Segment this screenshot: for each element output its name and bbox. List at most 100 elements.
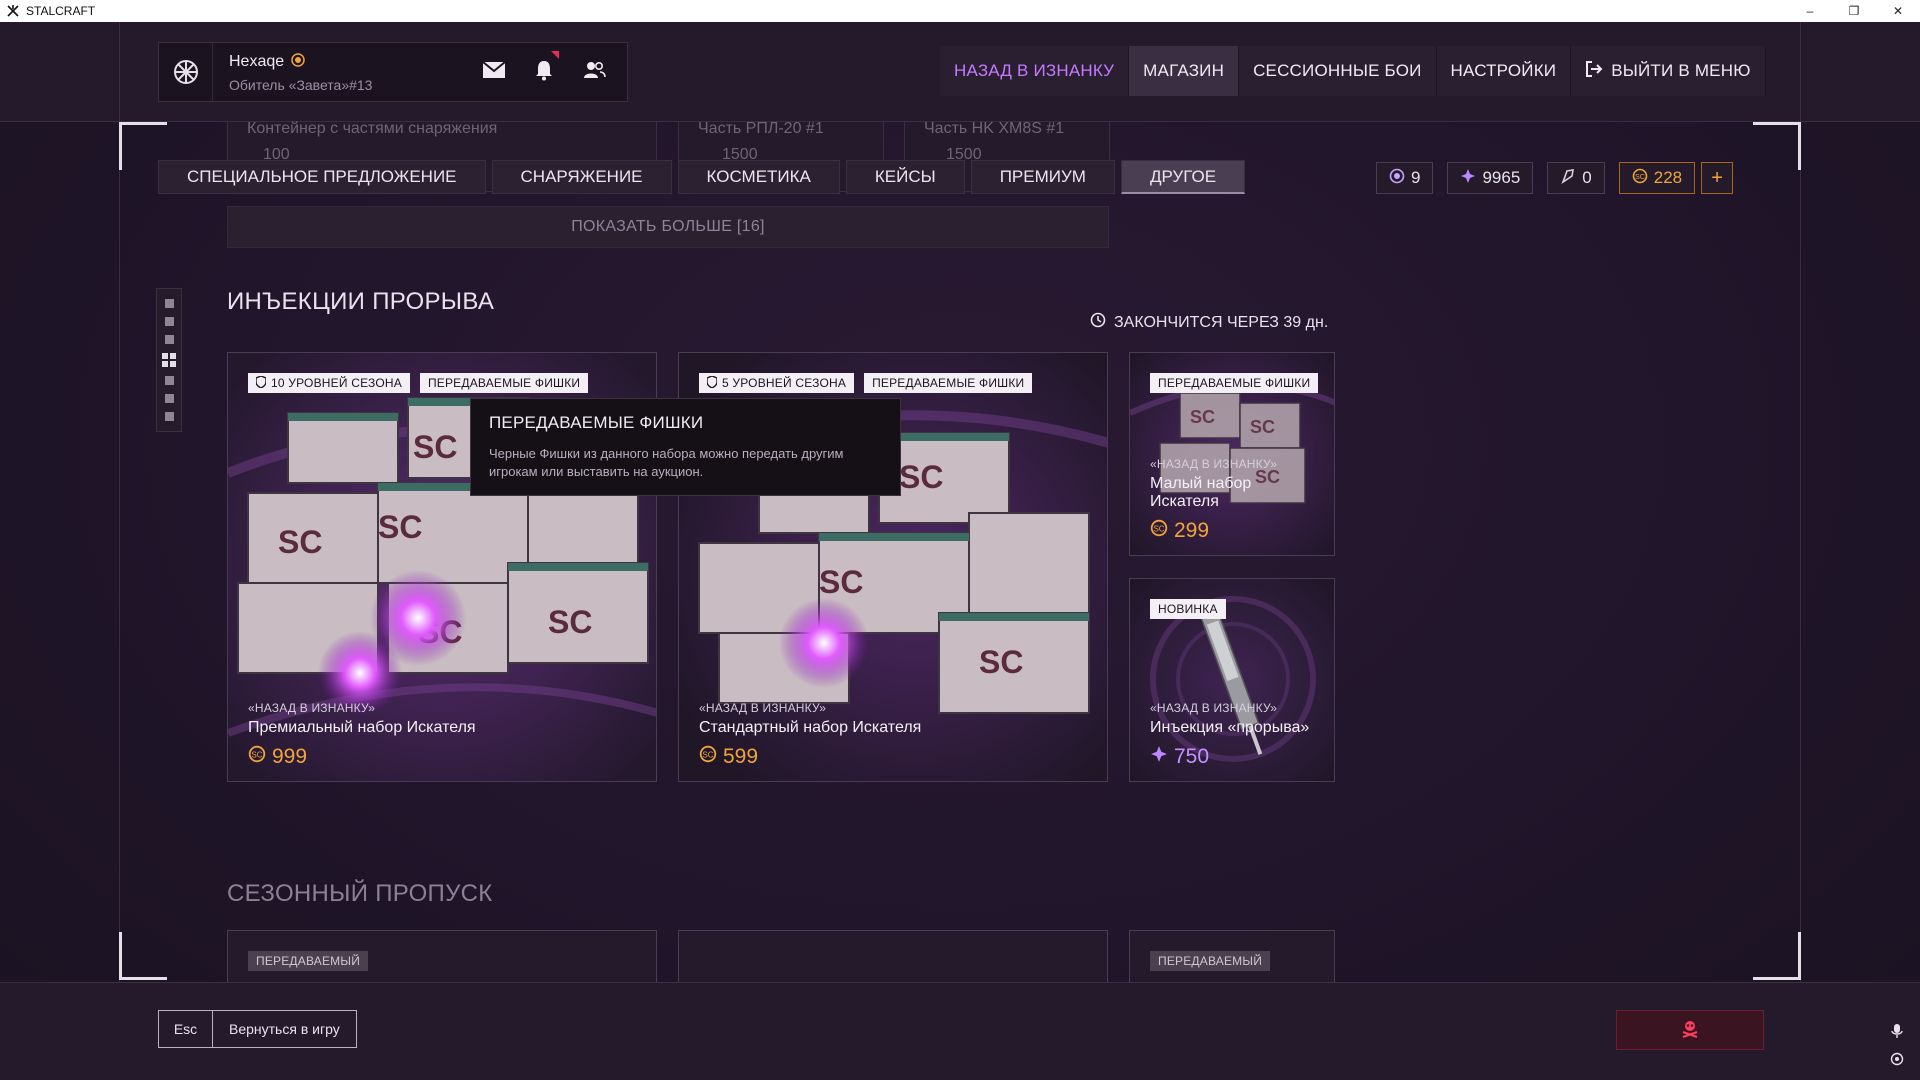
sc-coin-icon: SC [1150,519,1168,543]
add-currency-button[interactable]: + [1701,162,1734,194]
shield-icon [706,374,718,391]
currency-crystals[interactable]: 9965 [1447,162,1534,194]
price-value: 750 [1174,745,1210,768]
section-dot[interactable] [164,335,174,344]
return-to-game-label: Вернуться в игру [229,1021,340,1037]
crystal-icon [1150,745,1168,769]
clan-emblem-icon[interactable] [159,43,213,101]
nav-label: СЕССИОННЫЕ БОИ [1253,61,1422,80]
card-title: Премиальный набор Искателя [248,719,476,736]
tag-text: 10 УРОВНЕЙ СЕЗОНА [271,376,402,390]
exit-icon [1585,60,1603,83]
nav-exit-to-menu[interactable]: ВЫЙТИ В МЕНЮ [1571,46,1766,96]
crystal-icon [1460,168,1476,189]
section-title-injections: ИНЪЕКЦИИ ПРОРЫВА [227,288,495,315]
player-nickname: Hexaqe [229,52,469,73]
tab-cases[interactable]: КЕЙСЫ [845,160,965,194]
show-more-button[interactable]: ПОКАЗАТЬ БОЛЬШЕ [16] [227,206,1109,248]
clock-icon [1090,312,1106,333]
notifications-button[interactable] [519,43,569,101]
game-window: Hexaqe Обитель «Завета»#13 НАЗАД В ИЗНАН… [0,22,1920,1080]
section-dot[interactable] [164,412,174,421]
section-dot[interactable] [164,317,174,326]
ghost-card-title: Часть HK XM8S #1 [924,120,1065,137]
section-dot[interactable] [164,394,174,403]
card-tags: ПЕРЕДАВАЕМЫЙ [1150,951,1271,971]
currency-tokens[interactable]: 9 [1376,162,1434,194]
product-card-injection[interactable]: НОВИНКА «НАЗАД В ИЗНАНКУ» Инъекция «прор… [1129,578,1335,782]
card-tags: 10 УРОВНЕЙ СЕЗОНА ПЕРЕДАВАЕМЫЕ ФИШКИ [248,373,589,393]
notification-badge [551,51,559,59]
current-section-icon[interactable] [162,353,176,367]
svg-text:SC: SC [378,509,422,545]
currency-value: 228 [1653,168,1683,187]
tab-premium[interactable]: ПРЕМИУМ [970,160,1115,194]
left-frame-line [119,22,120,1080]
section-dot[interactable] [164,376,174,385]
section-title-season-pass: СЕЗОННЫЙ ПРОПУСК [227,880,493,907]
section-scroll-nav [156,288,182,432]
minimize-button[interactable]: – [1788,0,1832,22]
price-value: 299 [1174,519,1210,542]
card-price: SC 599 [699,745,921,769]
currency-value: 9965 [1482,168,1521,187]
card-price: 750 [1150,745,1309,769]
return-to-game-button[interactable]: Esc Вернуться в игру [158,1010,357,1048]
tab-special-offer[interactable]: СПЕЦИАЛЬНОЕ ПРЕДЛОЖЕНИЕ [158,160,486,194]
mail-icon [482,60,506,84]
transferable-chips-tag[interactable]: ПЕРЕДАВАЕМЫЕ ФИШКИ [419,373,589,393]
svg-text:SC: SC [278,524,322,560]
sc-coin-icon: SC [248,745,266,769]
svg-text:SC: SC [1154,524,1165,533]
currency-parts[interactable]: 0 [1547,162,1605,194]
nav-label: МАГАЗИН [1143,61,1225,80]
tooltip-title: ПЕРЕДАВАЕМЫЕ ФИШКИ [489,413,704,432]
sc-coin-icon: SC [699,745,717,769]
tab-other[interactable]: ДРУГОЕ [1120,160,1246,194]
maximize-button[interactable]: ❐ [1832,0,1876,22]
transferable-tag: ПЕРЕДАВАЕМЫЙ [1150,951,1271,971]
friends-button[interactable] [569,43,619,101]
skull-crossbones-icon [1680,1018,1700,1043]
svg-text:SC: SC [1635,174,1645,181]
card-subtitle: «НАЗАД В ИЗНАНКУ» [1150,701,1278,715]
mail-button[interactable] [469,43,519,101]
tab-cosmetics[interactable]: КОСМЕТИКА [677,160,840,194]
nav-back-to-underside[interactable]: НАЗАД В ИЗНАНКУ [940,46,1130,96]
stalcraft-logo-icon [6,4,20,18]
danger-action-button[interactable] [1616,1010,1764,1050]
target-icon[interactable] [1890,1052,1904,1071]
product-card-small[interactable]: SC SC SC ПЕРЕДАВАЕМЫЕ ФИШКИ «НАЗАД В ИЗНАН… [1129,352,1335,556]
microphone-icon[interactable] [1890,1023,1904,1044]
transferable-chips-tag[interactable]: ПЕРЕДАВАЕМЫЕ ФИШКИ [864,373,1033,393]
ghost-card-title: Контейнер с частями снаряжения [247,120,498,137]
card-info: «НАЗАД В ИЗНАНКУ» Инъекция «прорыва» 750 [1150,701,1309,769]
nickname-text: Hexaqe [229,53,285,70]
transferable-chips-tag[interactable]: ПЕРЕДАВАЕМЫЕ ФИШКИ [1150,373,1319,393]
card-subtitle: «НАЗАД В ИЗНАНКУ» [248,701,376,715]
nav-shop[interactable]: МАГАЗИН [1129,46,1240,96]
nav-label: НАЗАД В ИЗНАНКУ [954,61,1115,80]
currency-value: 9 [1411,168,1421,187]
currency-coins[interactable]: SC 228 [1618,162,1696,194]
section-dot[interactable] [164,299,174,308]
esc-key-hint: Esc [159,1011,213,1047]
system-icons [1890,1023,1904,1071]
price-value: 599 [723,745,759,768]
shield-icon [255,374,267,391]
card-info: «НАЗАД В ИЗНАНКУ» Малый набор Искателя S… [1150,457,1277,543]
part-icon [1560,168,1576,189]
close-window-button[interactable]: ✕ [1876,0,1920,22]
card-info: «НАЗАД В ИЗНАНКУ» Премиальный набор Иска… [248,701,476,769]
nav-settings[interactable]: НАСТРОЙКИ [1436,46,1572,96]
tab-equipment[interactable]: СНАРЯЖЕНИЕ [491,160,672,194]
nav-session-battles[interactable]: СЕССИОННЫЕ БОИ [1239,46,1437,96]
card-tags: 5 УРОВНЕЙ СЕЗОНА ПЕРЕДАВАЕМЫЕ ФИШКИ [699,373,1033,393]
nav-label: ВЫЙТИ В МЕНЮ [1611,61,1751,80]
tooltip-text: Черные Фишки из данного набора можно пер… [489,446,844,479]
category-tabs: СПЕЦИАЛЬНОЕ ПРЕДЛОЖЕНИЕ СНАРЯЖЕНИЕ КОСМЕ… [158,160,1246,194]
nav-label: НАСТРОЙКИ [1450,61,1557,80]
svg-text:SC: SC [252,750,263,759]
card-tags: ПЕРЕДАВАЕМЫЕ ФИШКИ [1150,373,1319,393]
card-subtitle: «НАЗАД В ИЗНАНКУ» [1150,457,1278,471]
